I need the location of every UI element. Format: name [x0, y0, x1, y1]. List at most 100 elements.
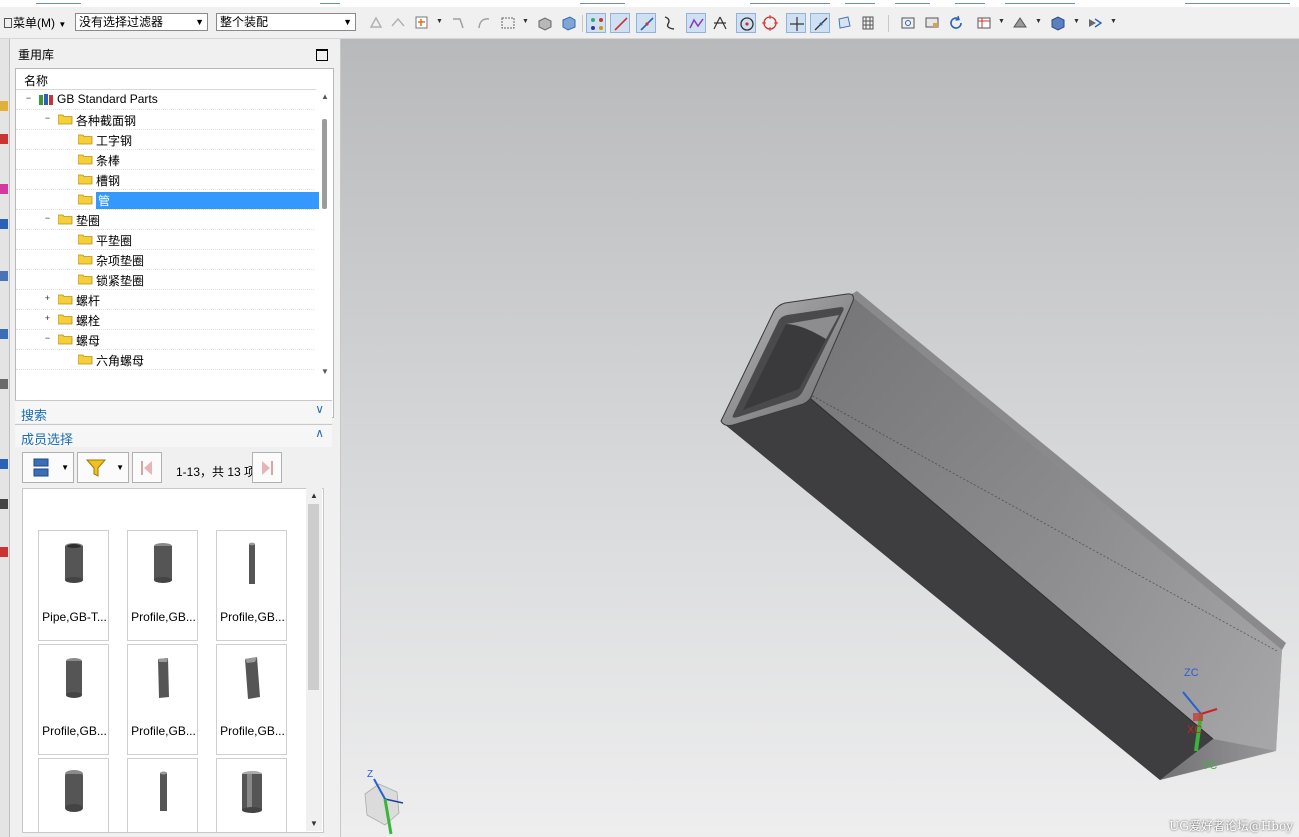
maximize-icon[interactable] — [316, 49, 328, 61]
path-icon[interactable] — [448, 13, 468, 33]
expand-icon[interactable]: + — [44, 294, 51, 303]
library-tree[interactable]: 名称 − GB Standard Parts − 各种截面钢 工字钢 条棒 槽钢管 − 垫圈 平垫… — [15, 68, 334, 418]
tree-item[interactable]: 工字钢 — [16, 129, 314, 150]
tree-item-label-selected: 管 — [96, 192, 320, 209]
member-tile[interactable]: Profile,GB... — [38, 644, 109, 755]
tree-item[interactable]: + 螺杆 — [16, 289, 314, 310]
collapse-icon[interactable]: − — [25, 94, 32, 103]
scroll-thumb[interactable] — [322, 119, 327, 209]
curve-icon[interactable] — [660, 13, 680, 33]
tree-item[interactable]: − GB Standard Parts — [16, 89, 314, 110]
member-tile[interactable]: Profile,GB... — [127, 758, 198, 832]
selection-scope-select[interactable]: 整个装配 ▼ — [216, 13, 356, 31]
member-tile[interactable]: Profile,GB... — [127, 530, 198, 641]
history-icon[interactable] — [0, 329, 8, 339]
view-mode-button[interactable]: ▼ — [22, 452, 74, 483]
display-icon[interactable] — [922, 13, 942, 33]
member-select-label: 成员选择 — [21, 432, 74, 447]
scroll-up-icon[interactable]: ▲ — [321, 92, 329, 101]
part-preview-icon — [242, 771, 262, 813]
point-on-curve-icon[interactable] — [786, 13, 806, 33]
tree-item[interactable]: − 垫圈 — [16, 209, 314, 230]
fit-icon[interactable] — [366, 13, 386, 33]
scroll-down-icon[interactable]: ▼ — [310, 819, 318, 828]
tree-item[interactable]: 杂项垫圈 — [16, 249, 314, 270]
tree-item[interactable]: 六角螺母 — [16, 349, 314, 370]
grid-icon[interactable] — [858, 13, 878, 33]
member-tile[interactable]: Pipe,GB-T... — [38, 530, 109, 641]
manufacturing-wizard-icon[interactable] — [0, 499, 8, 509]
member-tile[interactable]: Profile,GB... — [127, 644, 198, 755]
tree-item[interactable]: 锁紧垫圈 — [16, 269, 314, 290]
camera-icon[interactable] — [388, 13, 408, 33]
line-icon[interactable] — [810, 13, 830, 33]
tree-column-header[interactable]: 名称 — [16, 69, 316, 90]
tree-item-label: GB Standard Parts — [57, 92, 158, 106]
tree-item[interactable]: + 螺栓 — [16, 309, 314, 330]
part-navigator-icon[interactable] — [0, 184, 8, 194]
filter-button[interactable]: ▼ — [77, 452, 129, 483]
roles-icon[interactable] — [0, 547, 8, 557]
scroll-thumb[interactable] — [308, 504, 319, 690]
layer-icon[interactable] — [974, 13, 994, 33]
search-section-header[interactable]: 搜索 ∨ — [15, 400, 332, 423]
tree-vertical-scrollbar[interactable]: ▲ ▼ — [319, 89, 333, 377]
reuse-library-icon[interactable] — [0, 219, 8, 229]
end-point-icon[interactable] — [610, 13, 630, 33]
next-page-button[interactable] — [252, 452, 282, 483]
part-preview-icon — [158, 658, 169, 698]
tree-item[interactable]: − 螺母 — [16, 329, 314, 350]
member-tile[interactable]: Profile,GB... — [216, 530, 287, 641]
tangent-icon[interactable] — [710, 13, 730, 33]
assembly-navigator-icon[interactable] — [0, 101, 8, 111]
quadrant-icon[interactable] — [760, 13, 780, 33]
member-tile[interactable]: Profile,GB... — [38, 758, 109, 832]
refresh-icon[interactable] — [946, 13, 966, 33]
previous-page-button[interactable] — [132, 452, 162, 483]
folder-icon — [57, 113, 73, 125]
system-materials-icon[interactable] — [0, 379, 8, 389]
snap-all-icon[interactable] — [586, 13, 606, 33]
mid-point-icon[interactable] — [636, 13, 656, 33]
constraint-navigator-icon[interactable] — [0, 134, 8, 144]
menu-button[interactable]: 菜单(M) ▼ — [4, 14, 66, 32]
collapse-icon[interactable]: − — [44, 114, 51, 123]
intersection-icon[interactable] — [686, 13, 706, 33]
web-browser-icon[interactable] — [0, 271, 8, 281]
chevron-down-icon[interactable]: ∨ — [315, 402, 324, 416]
collapse-icon[interactable]: − — [44, 334, 51, 343]
box-select-icon[interactable] — [498, 13, 518, 33]
process-studio-icon[interactable] — [0, 459, 8, 469]
rectangular-tube-model[interactable] — [720, 291, 1286, 780]
scroll-up-icon[interactable]: ▲ — [310, 491, 318, 500]
arc-center-icon[interactable] — [474, 13, 494, 33]
shaded-box-icon[interactable] — [535, 13, 555, 33]
tree-item[interactable]: − 各种截面钢 — [16, 109, 314, 130]
view-orient-icon[interactable] — [898, 13, 918, 33]
graphics-window[interactable]: ZC XC YC Z UG爱好者论坛@Hboy — [341, 39, 1299, 837]
face-icon[interactable] — [834, 13, 854, 33]
member-tile[interactable]: Profile,GB... — [216, 644, 287, 755]
chevron-up-icon[interactable]: ∧ — [315, 426, 324, 440]
tree-item[interactable]: 平垫圈 — [16, 229, 314, 250]
member-select-section-header[interactable]: 成员选择 ∧ — [15, 424, 332, 447]
selection-filter-select[interactable]: 没有选择过滤器 ▼ — [75, 13, 208, 31]
expand-icon[interactable]: + — [44, 314, 51, 323]
scroll-down-icon[interactable]: ▼ — [321, 367, 329, 376]
snap-point-icon[interactable] — [412, 13, 432, 33]
collapse-icon[interactable]: − — [44, 214, 51, 223]
resource-bar — [0, 39, 10, 837]
tree-item[interactable]: 条棒 — [16, 149, 314, 170]
render-icon[interactable] — [1010, 13, 1030, 33]
member-grid-scrollbar[interactable]: ▲ ▼ — [306, 488, 322, 831]
part-preview-icon — [154, 543, 172, 583]
render-mode-icon[interactable] — [1085, 13, 1105, 33]
solid-box-icon[interactable] — [559, 13, 579, 33]
reuse-library-panel: 重用库 名称 − GB Standard Parts − 各种截面钢 工字钢 条棒 槽钢管 −… — [10, 39, 341, 837]
tree-item[interactable]: 槽钢 — [16, 169, 314, 190]
top-toolbar: 菜单(M) ▼ 没有选择过滤器 ▼ 整个装配 ▼ ▼ ▼ ▼ ▼ ▼ ▼ — [0, 7, 1299, 39]
tree-item[interactable]: 管 — [16, 189, 320, 210]
member-tile[interactable]: Profile,GB... — [216, 758, 287, 832]
center-point-icon[interactable] — [736, 13, 756, 33]
material-icon[interactable] — [1048, 13, 1068, 33]
